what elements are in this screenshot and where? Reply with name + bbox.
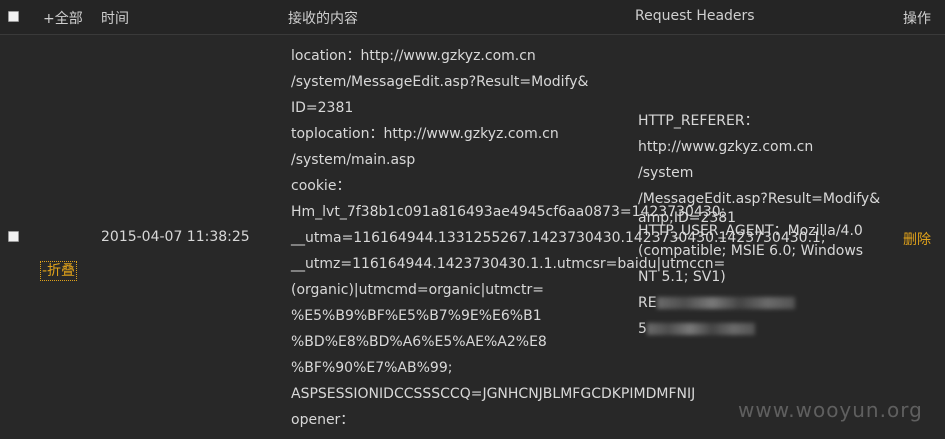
header-line-redacted: RE — [638, 290, 906, 316]
row-time: 2015-04-07 11:38:25 — [101, 229, 250, 245]
collapse-toggle[interactable]: -折叠 — [40, 261, 78, 281]
header-line: NT 5.1; SV1) — [638, 269, 726, 285]
header-line-redacted: 5 — [638, 316, 906, 342]
redacted-blur — [656, 297, 795, 309]
header-line: /MessageEdit.asp?Result=Modify& — [638, 191, 881, 207]
header-line: (compatible; MSIE 6.0; Windows — [638, 243, 864, 259]
content-line: opener： — [291, 412, 355, 428]
expand-all-link[interactable]: +全部 — [43, 8, 83, 28]
column-header-request-headers: Request Headers — [635, 8, 755, 24]
row-checkbox[interactable] — [8, 231, 19, 242]
content-line: ASPSESSIONIDCCSSSCCQ=JGNHCNJBLMFGCDKPIMD… — [291, 386, 696, 402]
watermark: www.wooyun.org — [738, 398, 923, 422]
records-table: +全部 时间 接收的内容 Request Headers 操作 -折叠 2015… — [0, 0, 945, 439]
header-line-prefix: RE — [638, 295, 657, 311]
column-header-content: 接收的内容 — [288, 11, 358, 27]
header-line: /system — [638, 165, 694, 181]
header-line: http://www.gzkyz.com.cn — [638, 139, 814, 155]
table-header: +全部 时间 接收的内容 Request Headers 操作 — [0, 0, 945, 35]
header-line: HTTP_REFERER： — [638, 113, 759, 129]
content-line: /system/MessageEdit.asp?Result=Modify& — [291, 74, 589, 90]
content-line: location：http://www.gzkyz.com.cn — [291, 48, 536, 64]
table-row: -折叠 2015-04-07 11:38:25 location：http://… — [0, 35, 945, 439]
header-line: HTTP_USER_AGENT：Mozilla/4.0 — [638, 223, 863, 239]
delete-link[interactable]: 删除 — [903, 229, 931, 249]
redacted-blur — [646, 323, 755, 335]
column-header-time: 时间 — [101, 11, 129, 27]
select-all-checkbox[interactable] — [8, 11, 19, 22]
column-header-action: 操作 — [903, 11, 931, 27]
request-headers: HTTP_REFERER： http://www.gzkyz.com.cn /s… — [638, 108, 906, 342]
content-line: %BF%90%E7%AB%99; — [291, 360, 453, 376]
header-line-prefix: 5 — [638, 321, 647, 337]
